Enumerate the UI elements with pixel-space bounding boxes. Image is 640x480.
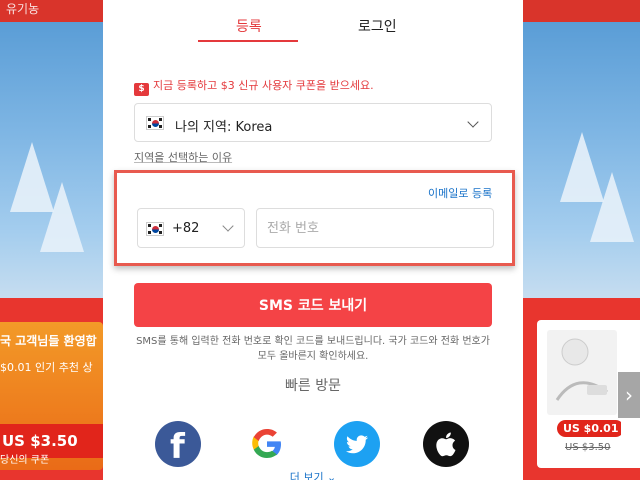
apple-icon — [436, 432, 456, 457]
coupon-promo: $ 지금 등록하고 $3 신규 사용자 쿠폰을 받으세요. — [134, 77, 374, 96]
chevron-down-icon — [467, 116, 479, 128]
product-thumbnail — [547, 330, 617, 415]
country-code-select[interactable]: +82 — [137, 208, 245, 248]
chevron-down-icon — [222, 220, 234, 232]
apple-login-button[interactable] — [423, 421, 469, 467]
why-region-link[interactable]: 지역을 선택하는 이유 — [134, 149, 232, 165]
tab-login[interactable]: 로그인 — [358, 16, 397, 36]
coupon-promo-text: 지금 등록하고 $3 신규 사용자 쿠폰을 받으세요. — [153, 79, 374, 92]
region-select[interactable]: 나의 지역: Korea — [134, 103, 492, 142]
more-options-link[interactable]: 더 보기 ⌄ — [103, 469, 523, 480]
facebook-icon: f — [170, 427, 185, 467]
google-login-button[interactable] — [244, 421, 290, 467]
region-select-label: 나의 지역: Korea — [175, 120, 273, 135]
register-by-email-link[interactable]: 이메일로 등록 — [428, 185, 492, 201]
google-icon — [252, 429, 281, 458]
country-code-value: +82 — [172, 221, 200, 236]
facebook-login-button[interactable]: f — [155, 421, 201, 467]
twitter-login-button[interactable] — [334, 421, 380, 467]
coupon-icon: $ — [134, 83, 149, 96]
background-product-card[interactable]: US $0.01 US $3.50 — [537, 320, 627, 468]
carousel-next-icon[interactable]: › — [618, 372, 640, 418]
korea-flag-icon — [146, 116, 164, 130]
quick-access-title: 빠른 방문 — [285, 378, 341, 394]
tab-register[interactable]: 등록 — [236, 16, 262, 36]
active-tab-indicator — [198, 40, 298, 42]
sms-note: SMS를 통해 입력한 전화 번호로 확인 코드를 보내드립니다. 국가 코드와… — [136, 336, 490, 362]
send-sms-code-button[interactable]: SMS 코드 보내기 — [134, 283, 492, 327]
promo-card-line1: 국 고객님들 환영합 — [0, 334, 97, 348]
more-options-label: 더 보기 — [289, 471, 324, 480]
background-promo-card[interactable]: 국 고객님들 환영합 $0.01 인기 추천 상 US $3.50 당신의 쿠폰 — [0, 322, 103, 470]
promo-card-sub: 당신의 쿠폰 — [0, 455, 50, 466]
background-header-text: 유기농 — [6, 2, 40, 16]
product-original-price: US $3.50 — [565, 442, 611, 453]
promo-card-line2: $0.01 인기 추천 상 — [0, 361, 93, 374]
twitter-icon — [346, 435, 368, 454]
phone-entry-section: 이메일로 등록 +82 — [114, 170, 515, 266]
korea-flag-icon — [146, 222, 164, 236]
register-modal: 등록 로그인 $ 지금 등록하고 $3 신규 사용자 쿠폰을 받으세요. 나의 지… — [103, 0, 523, 480]
phone-number-input[interactable] — [256, 208, 494, 248]
product-price-badge: US $0.01 — [557, 420, 625, 437]
auth-tabs: 등록 로그인 — [103, 0, 523, 45]
